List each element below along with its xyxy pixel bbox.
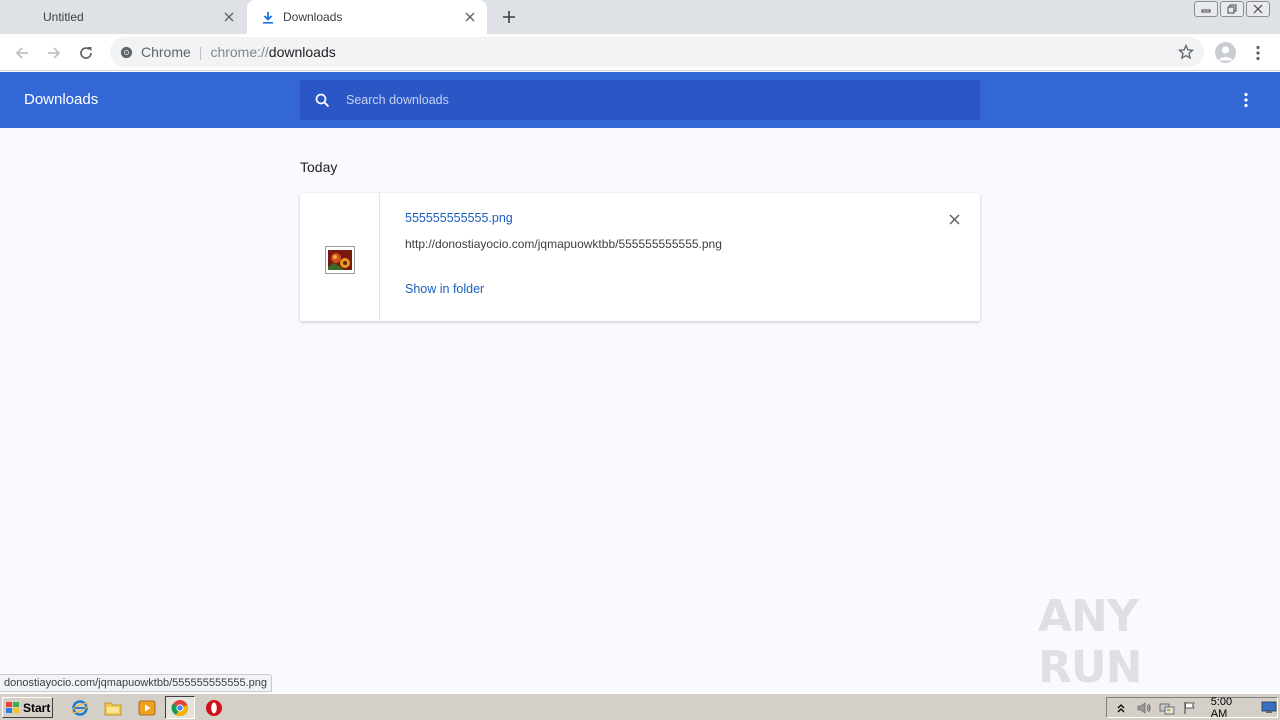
show-desktop-icon[interactable] [1261,701,1277,714]
close-icon [948,213,960,225]
download-item: 555555555555.png http://donostiayocio.co… [300,193,980,321]
tab-untitled[interactable]: Untitled [0,0,246,34]
browser-menu-icon[interactable] [1250,42,1266,64]
minimize-icon [1201,9,1211,13]
file-icon-column [300,193,380,321]
file-explorer-icon[interactable] [103,698,123,718]
url-path: downloads [268,44,336,60]
windows-logo-icon [5,701,21,715]
chrome-site-icon [119,45,133,59]
arrow-left-icon [15,47,28,59]
download-icon [261,10,275,24]
system-tray: 5:00 AM [1106,696,1278,720]
back-button[interactable] [10,41,34,65]
new-tab-button[interactable] [498,6,520,28]
restore-button[interactable] [1220,1,1244,17]
file-source-url: http://donostiayocio.com/jqmapuowktbb/55… [405,237,722,251]
remove-download-button[interactable] [946,211,962,227]
chrome-taskbar-icon[interactable] [165,696,195,719]
start-button[interactable]: Start [2,697,53,718]
page-title: Downloads [24,91,99,108]
browser-toolbar: Chrome | chrome://downloads [0,34,1280,71]
reload-icon [80,47,92,59]
close-icon[interactable] [222,10,236,24]
arrow-right-icon [48,47,61,59]
file-name-link[interactable]: 555555555555.png [405,211,513,225]
profile-avatar-icon[interactable] [1215,42,1236,63]
chevron-up-icon[interactable] [1112,700,1130,716]
close-window-button[interactable] [1246,1,1270,17]
network-icon[interactable] [1158,700,1176,716]
minimize-button[interactable] [1194,1,1218,17]
tab-label: Downloads [283,10,343,24]
search-input[interactable] [346,93,946,107]
more-actions-icon[interactable] [1238,90,1254,110]
address-bar[interactable]: Chrome | chrome://downloads [110,37,1204,67]
search-box[interactable] [300,80,980,120]
status-bar: donostiayocio.com/jqmapuowktbb/555555555… [0,674,272,692]
volume-icon[interactable] [1135,700,1153,716]
close-icon [1253,4,1263,14]
site-chip-label: Chrome [141,44,191,60]
window-controls [1194,1,1270,17]
internet-explorer-icon[interactable] [70,698,90,718]
clock[interactable]: 5:00 AM [1211,696,1251,720]
image-file-icon [324,245,355,274]
watermark-text: ANY RUN [1038,591,1142,693]
media-player-icon[interactable] [137,698,157,718]
restore-icon [1227,4,1237,14]
reload-button[interactable] [74,41,98,65]
search-icon [314,92,330,108]
anyrun-watermark: ANY RUN [1038,591,1238,693]
taskbar: Start 5:00 AM [0,693,1280,720]
downloads-header: Downloads [0,72,1280,128]
plus-icon [503,11,515,23]
show-in-folder-link[interactable]: Show in folder [405,282,484,296]
bookmark-star-icon[interactable] [1178,44,1194,60]
tab-label: Untitled [43,10,84,24]
tab-downloads[interactable]: Downloads [247,0,487,34]
tab-strip: Untitled Downloads [0,0,1280,34]
date-heading: Today [300,159,338,175]
close-icon[interactable] [463,10,477,24]
url-scheme: chrome:// [210,44,269,60]
omnibox-separator: | [198,44,203,60]
action-center-flag-icon[interactable] [1181,700,1199,716]
forward-button[interactable] [42,41,66,65]
opera-icon[interactable] [204,698,224,718]
start-label: Start [23,700,51,715]
